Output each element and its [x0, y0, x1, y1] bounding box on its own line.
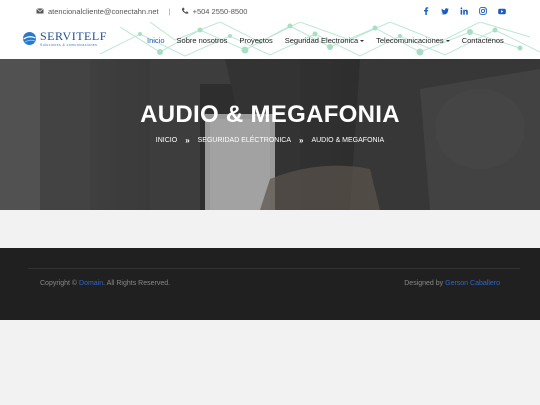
- facebook-icon[interactable]: [422, 7, 430, 15]
- nav-item-label: Telecomunicaciones: [376, 36, 444, 45]
- breadcrumb: INICIO » SEGURIDAD ELÉCTRONICA » AUDIO &…: [0, 136, 540, 145]
- content-area: [0, 210, 540, 248]
- contact-separator: |: [168, 6, 171, 16]
- contact-phone[interactable]: +504 2550-8500: [193, 7, 248, 16]
- linkedin-icon[interactable]: [460, 7, 468, 15]
- designer-link[interactable]: Gerson Caballero: [445, 280, 500, 287]
- logo-brand: SERVITELF: [40, 29, 107, 43]
- nav-menu: Inicio Sobre nosotros Proyectos Segurida…: [147, 22, 516, 59]
- nav-item-label: Seguridad Electronica: [284, 36, 359, 45]
- page-title: AUDIO & MEGAFONIA: [140, 101, 400, 128]
- designed-by: Designed by Gerson Caballero: [404, 280, 500, 287]
- contact-info: atencionalcliente@conectahn.net | +504 2…: [36, 0, 247, 22]
- copyright-suffix: . All Rights Reserved.: [103, 280, 171, 287]
- nav-item-sobre-nosotros[interactable]: Sobre nosotros: [177, 36, 228, 45]
- hero-background-image: [0, 59, 540, 210]
- nav-item-inicio[interactable]: Inicio: [147, 36, 165, 45]
- twitter-icon[interactable]: [441, 7, 449, 15]
- main-navbar: SERVITELF Soluciones & comunicaciones In…: [0, 22, 540, 59]
- breadcrumb-current: AUDIO & MEGAFONIA: [311, 137, 385, 144]
- copyright: Copyright © Domain. All Rights Reserved.: [40, 280, 170, 287]
- footer-divider: [28, 268, 520, 269]
- footer: Copyright © Domain. All Rights Reserved.…: [0, 248, 540, 320]
- designed-prefix: Designed by: [404, 280, 444, 287]
- page-bottom: [0, 320, 540, 405]
- breadcrumb-seguridad[interactable]: SEGURIDAD ELÉCTRONICA: [198, 137, 291, 144]
- instagram-icon[interactable]: [479, 7, 487, 15]
- logo[interactable]: SERVITELF Soluciones & comunicaciones: [22, 30, 107, 47]
- top-bar: atencionalcliente@conectahn.net | +504 2…: [0, 0, 540, 22]
- contact-email[interactable]: atencionalcliente@conectahn.net: [48, 7, 159, 16]
- phone-icon: [181, 7, 189, 15]
- logo-globe-icon: [23, 32, 36, 45]
- nav-item-telecomunicaciones[interactable]: Telecomunicaciones: [376, 36, 450, 45]
- logo-tagline: Soluciones & comunicaciones: [40, 43, 98, 47]
- double-chevron-right-icon: »: [299, 136, 304, 145]
- nav-item-seguridad-electronica[interactable]: Seguridad Electronica: [284, 36, 365, 45]
- envelope-icon: [36, 7, 44, 15]
- double-chevron-right-icon: »: [185, 136, 190, 145]
- social-links: [422, 0, 506, 22]
- copyright-prefix: Copyright ©: [40, 280, 78, 287]
- page-hero: AUDIO & MEGAFONIA INICIO » SEGURIDAD ELÉ…: [0, 59, 540, 210]
- nav-item-contactenos[interactable]: Contactenos: [462, 36, 504, 45]
- caret-down-icon: [445, 39, 450, 42]
- youtube-icon[interactable]: [498, 7, 506, 15]
- nav-item-proyectos[interactable]: Proyectos: [239, 36, 272, 45]
- breadcrumb-inicio[interactable]: INICIO: [156, 137, 177, 144]
- copyright-link[interactable]: Domain: [79, 280, 103, 287]
- caret-down-icon: [360, 39, 365, 42]
